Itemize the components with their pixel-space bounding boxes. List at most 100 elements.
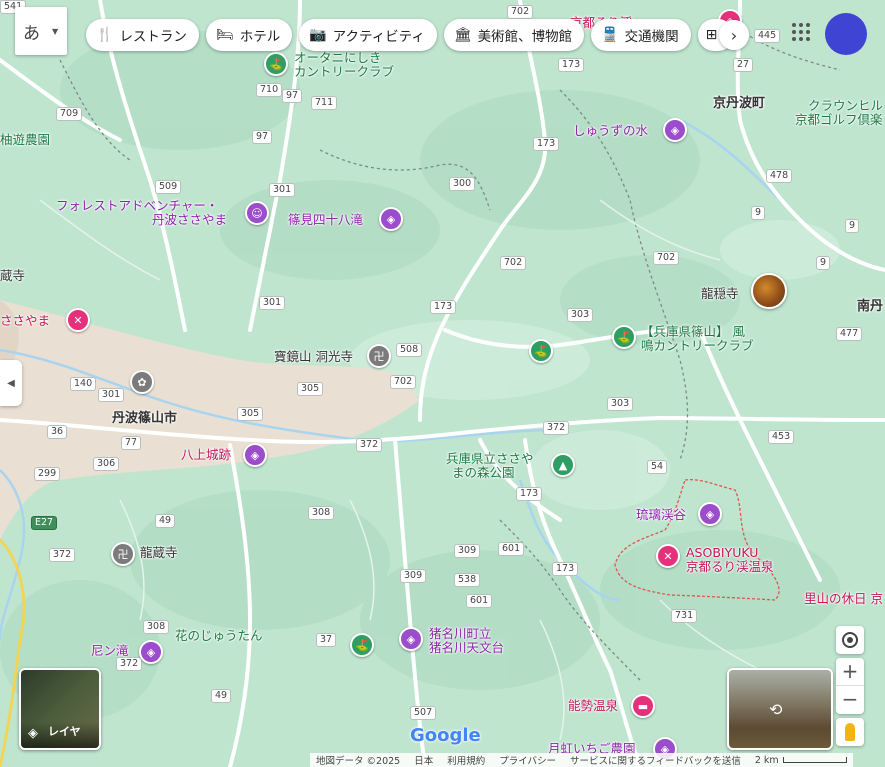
observatory-pin-icon[interactable]: ◈ [399,627,423,651]
landmark-pin-icon[interactable]: ◈ [243,443,267,467]
route-shield: 308 [143,620,170,634]
zoom-in-button[interactable]: + [836,658,864,686]
activity-pin-icon[interactable]: ✕ [656,544,680,568]
place-label[interactable]: 龍蔵寺 [140,545,178,560]
route-shield: 710 [256,83,283,97]
chip-hotel[interactable]: 🛏 ホテル [205,19,293,51]
waterfall-pin-icon[interactable]: ◈ [139,640,163,664]
place-label[interactable]: 里山の休日 京 [804,591,883,606]
golf-pin-icon[interactable]: ⛳ [350,633,374,657]
place-label[interactable]: ささやま [0,313,50,328]
side-panel-toggle[interactable]: ◀ [0,360,22,406]
place-label[interactable]: 兵庫県立ささや [446,451,534,466]
temple-pin-icon[interactable]: 卍 [367,344,391,368]
place-label[interactable]: 寶鏡山 洞光寺 [274,349,353,364]
landmark-pin-icon[interactable]: ◈ [698,502,722,526]
zoom-out-button[interactable]: − [836,686,864,713]
place-label[interactable]: 八上城跡 [181,447,231,462]
place-label[interactable]: クラウンヒル [808,98,883,113]
route-shield: 453 [768,430,795,444]
route-shield: 37 [316,633,337,647]
pegman-button[interactable] [836,718,864,746]
route-shield: 372 [356,438,383,452]
chip-restaurant[interactable]: 🍴 レストラン [86,19,199,51]
pharmacy-icon: ⊞ [705,27,718,43]
place-label[interactable]: カントリークラブ [294,64,394,79]
route-shield: 173 [558,58,585,72]
place-label[interactable]: 篠見四十八滝 [288,212,363,227]
golf-pin-icon[interactable]: ⛳ [264,52,288,76]
apps-grid-icon[interactable] [792,23,810,41]
flower-pin-icon[interactable]: ✿ [130,370,154,394]
layer-label: レイヤ [48,725,81,738]
place-label[interactable]: 猪名川天文台 [429,640,504,655]
place-label[interactable]: 花のじゅうたん [175,628,263,643]
scale-bar[interactable]: 2 km [755,755,847,766]
route-shield: 9 [816,256,831,270]
feedback-link[interactable]: サービスに関するフィードバックを送信 [570,753,741,767]
rotate-icon: ⟲ [769,700,783,719]
chevron-left-icon: ◀ [7,377,15,389]
route-shield: 445 [754,29,781,43]
place-label[interactable]: まの森公園 [452,465,515,480]
park-pin-icon[interactable]: ▲ [551,453,575,477]
place-label[interactable]: 能勢温泉 [568,698,618,713]
activity-pin-icon[interactable]: ✕ [66,308,90,332]
route-shield: 97 [252,130,273,144]
temple-photo-pin[interactable] [751,273,787,309]
route-shield: 77 [121,436,142,450]
place-label[interactable]: 猪名川町立 [429,626,492,641]
route-shield: 309 [454,544,481,558]
avatar[interactable] [825,13,867,55]
route-shield: 308 [308,506,335,520]
street-view-thumbnail[interactable]: ⟲ [727,668,833,750]
route-shield: 601 [466,594,493,608]
route-shield: 305 [237,407,264,421]
place-label[interactable]: 丹波ささやま [152,212,227,227]
chip-transit[interactable]: 🚆 交通機関 [591,19,691,51]
route-shield: 702 [653,251,680,265]
terms-link[interactable]: 利用規約 [447,753,485,767]
hotel-pin-icon[interactable]: ▬ [631,694,655,718]
route-shield: 507 [410,706,437,720]
route-shield: 9 [845,219,860,233]
route-shield: 301 [259,296,286,310]
route-shield: 303 [607,397,634,411]
activity-pin-icon[interactable]: ☺ [245,201,269,225]
language-label: あ [23,23,40,44]
privacy-link[interactable]: プライバシー [499,753,556,767]
golf-pin-icon[interactable]: ⛳ [612,325,636,349]
golf-pin-icon[interactable]: ⛳ [529,339,553,363]
route-shield: 49 [155,514,176,528]
place-label[interactable]: 琉璃渓谷 [636,507,686,522]
language-selector[interactable]: あ ▼ [15,7,67,55]
chip-scroll-right-button[interactable]: › [719,20,749,50]
map-data-attribution: 地図データ ©2025 [316,756,401,767]
train-icon: 🚆 [601,27,619,43]
chip-museum[interactable]: 🏛 美術館、博物館 [443,19,585,51]
place-label[interactable]: 京都ゴルフ倶楽 [795,112,883,127]
waterfall-pin-icon[interactable]: ◈ [379,207,403,231]
route-shield: 97 [282,89,303,103]
my-location-button[interactable] [836,626,864,654]
place-label[interactable]: フォレストアドベンチャー・ [56,198,218,213]
place-label[interactable]: 鳴カントリークラブ [641,338,754,353]
place-label[interactable]: しゅうずの水 [573,123,648,138]
chip-activity[interactable]: 📷 アクティビティ [299,19,437,51]
place-label[interactable]: 尼ン滝 [91,643,129,658]
route-shield: 702 [500,256,527,270]
route-shield: 303 [567,308,594,322]
layer-toggle-button[interactable]: ◈ レイヤ [19,668,101,750]
country-link[interactable]: 日本 [414,753,433,767]
place-label[interactable]: オータニにしき [294,50,382,65]
viewpoint-pin-icon[interactable]: ◈ [663,118,687,142]
temple-pin-icon[interactable]: 卍 [111,542,135,566]
place-label[interactable]: 龍穏寺 [701,286,739,301]
place-label[interactable]: 柚遊農園 [0,132,50,147]
route-shield: 601 [498,542,525,556]
route-shield: 300 [449,177,476,191]
place-label[interactable]: ASOBIYUKU [686,545,758,560]
place-label[interactable]: 蔵寺 [0,268,25,283]
place-label[interactable]: 京都るり渓温泉 [686,559,774,574]
place-label[interactable]: 【兵庫県篠山】 風 [641,324,745,339]
